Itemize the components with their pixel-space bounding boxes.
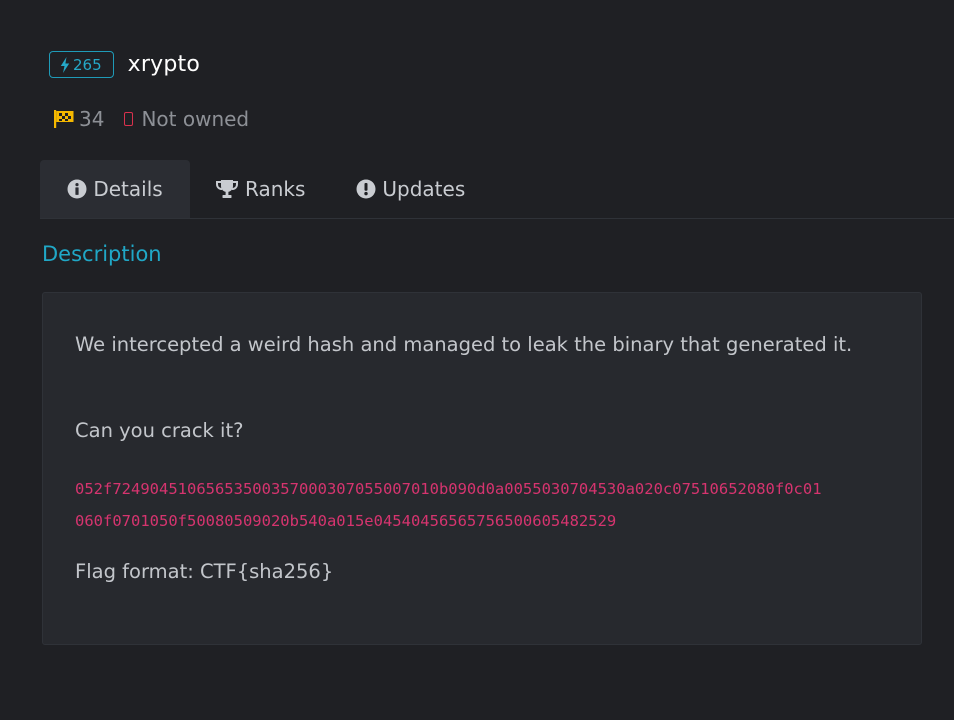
- description-question: Can you crack it?: [75, 419, 244, 442]
- tab-ranks[interactable]: Ranks: [190, 160, 305, 218]
- tab-details[interactable]: Details: [40, 160, 190, 218]
- description-paragraph: We intercepted a weird hash and managed …: [75, 333, 853, 356]
- solves-count: 34: [53, 107, 104, 131]
- solves-value: 34: [79, 107, 105, 131]
- challenge-meta: 34 Not owned: [53, 107, 249, 131]
- challenge-title: xrypto: [127, 52, 200, 77]
- challenge-tabs: Details Ranks Updates: [40, 160, 954, 219]
- checkered-flag-icon: [54, 110, 74, 128]
- description-card: We intercepted a weird hash and managed …: [42, 292, 922, 645]
- not-owned-icon: [124, 112, 134, 126]
- flag-format: Flag format: CTF{sha256}: [75, 560, 334, 583]
- owned-status-label: Not owned: [141, 107, 250, 131]
- tab-ranks-label: Ranks: [245, 177, 306, 201]
- owned-status: Not owned: [124, 107, 249, 131]
- info-circle-icon: [67, 179, 87, 199]
- points-value: 265: [73, 55, 102, 74]
- hash-code-block: 052f72490451065653500357000307055007010b…: [75, 473, 895, 537]
- points-badge: 265: [49, 51, 114, 78]
- lightning-icon: [60, 56, 70, 73]
- exclamation-circle-icon: [356, 179, 376, 199]
- tab-updates-label: Updates: [382, 177, 466, 201]
- hash-line: 060f0701050f50080509020b540a015e04540456…: [75, 512, 617, 530]
- description-heading: Description: [42, 242, 162, 266]
- challenge-page: 265 xrypto 34 Not owned Details Ranks Up…: [0, 0, 954, 720]
- tab-updates[interactable]: Updates: [305, 160, 465, 218]
- trophy-icon: [215, 179, 239, 199]
- tab-details-label: Details: [93, 177, 163, 201]
- challenge-header: 265 xrypto: [49, 51, 200, 78]
- hash-line: 052f72490451065653500357000307055007010b…: [75, 480, 822, 498]
